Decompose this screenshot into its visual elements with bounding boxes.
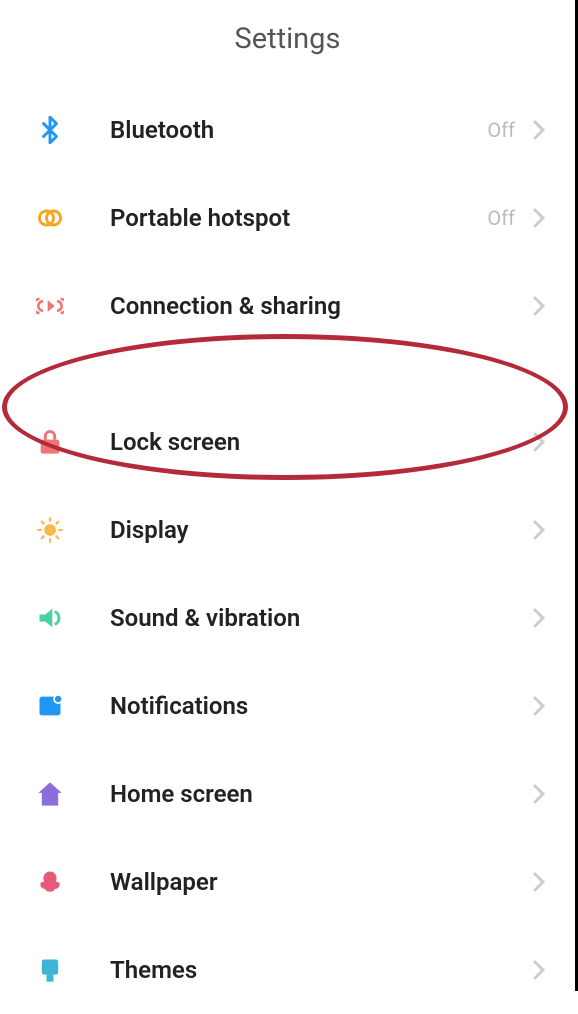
chevron-right-icon [533, 294, 547, 318]
settings-label: Connection & sharing [110, 292, 533, 320]
wallpaper-icon [34, 866, 66, 898]
settings-list: Bluetooth Off Portable hotspot Off [0, 86, 575, 1014]
settings-label: Portable hotspot [110, 204, 487, 232]
sound-icon [34, 602, 66, 634]
settings-item-sound[interactable]: Sound & vibration [0, 574, 575, 662]
settings-item-hotspot[interactable]: Portable hotspot Off [0, 174, 575, 262]
chevron-right-icon [533, 430, 547, 454]
lock-icon [34, 426, 66, 458]
settings-label: Lock screen [110, 428, 533, 456]
settings-label: Display [110, 516, 533, 544]
settings-item-themes[interactable]: Themes [0, 926, 575, 1014]
chevron-right-icon [533, 782, 547, 806]
settings-item-connection[interactable]: Connection & sharing [0, 262, 575, 350]
settings-label: Sound & vibration [110, 604, 533, 632]
header: Settings [0, 0, 575, 86]
chevron-right-icon [533, 206, 547, 230]
themes-icon [34, 954, 66, 986]
chevron-right-icon [533, 606, 547, 630]
bluetooth-icon [34, 114, 66, 146]
display-icon [34, 514, 66, 546]
chevron-right-icon [533, 958, 547, 982]
settings-label: Wallpaper [110, 868, 533, 896]
settings-item-wallpaper[interactable]: Wallpaper [0, 838, 575, 926]
notifications-icon [34, 690, 66, 722]
settings-value: Off [487, 118, 515, 142]
settings-label: Notifications [110, 692, 533, 720]
page-title: Settings [0, 22, 575, 56]
settings-item-notifications[interactable]: Notifications [0, 662, 575, 750]
settings-value: Off [487, 206, 515, 230]
settings-item-homescreen[interactable]: Home screen [0, 750, 575, 838]
hotspot-icon [34, 202, 66, 234]
chevron-right-icon [533, 118, 547, 142]
settings-item-lockscreen[interactable]: Lock screen [0, 398, 575, 486]
settings-label: Bluetooth [110, 116, 487, 144]
connection-icon [34, 290, 66, 322]
settings-label: Themes [110, 956, 533, 984]
settings-item-display[interactable]: Display [0, 486, 575, 574]
home-icon [34, 778, 66, 810]
settings-item-bluetooth[interactable]: Bluetooth Off [0, 86, 575, 174]
chevron-right-icon [533, 518, 547, 542]
chevron-right-icon [533, 870, 547, 894]
section-divider [0, 350, 575, 398]
settings-label: Home screen [110, 780, 533, 808]
chevron-right-icon [533, 694, 547, 718]
